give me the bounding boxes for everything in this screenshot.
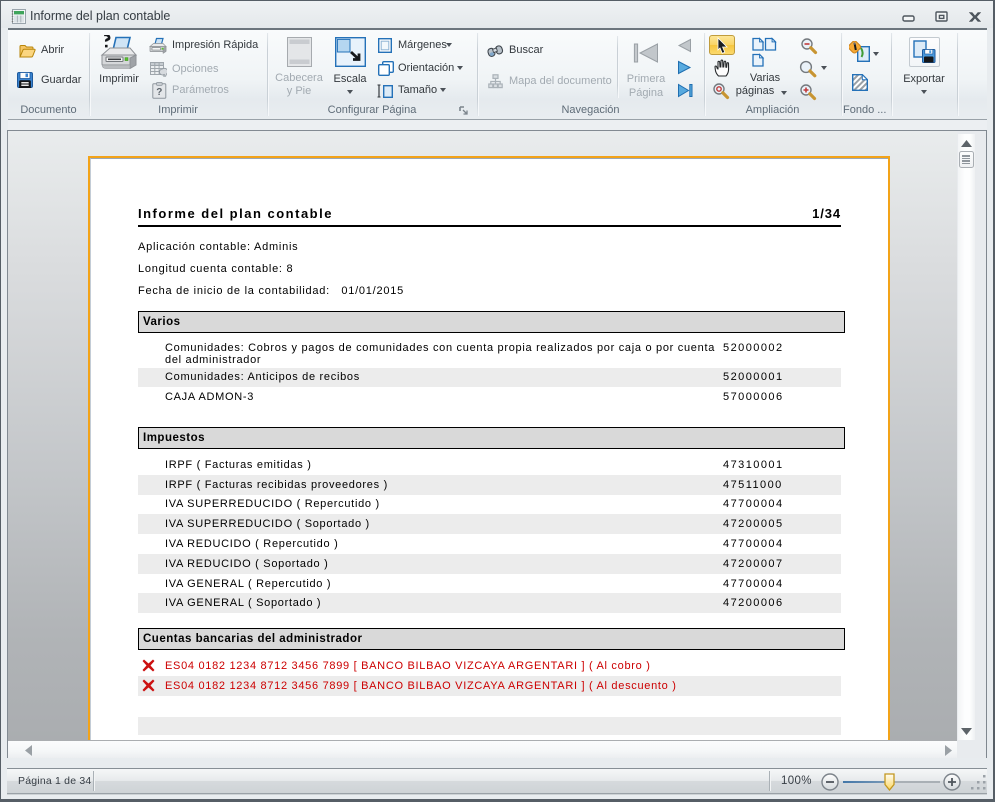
- svg-text:?: ?: [156, 87, 162, 98]
